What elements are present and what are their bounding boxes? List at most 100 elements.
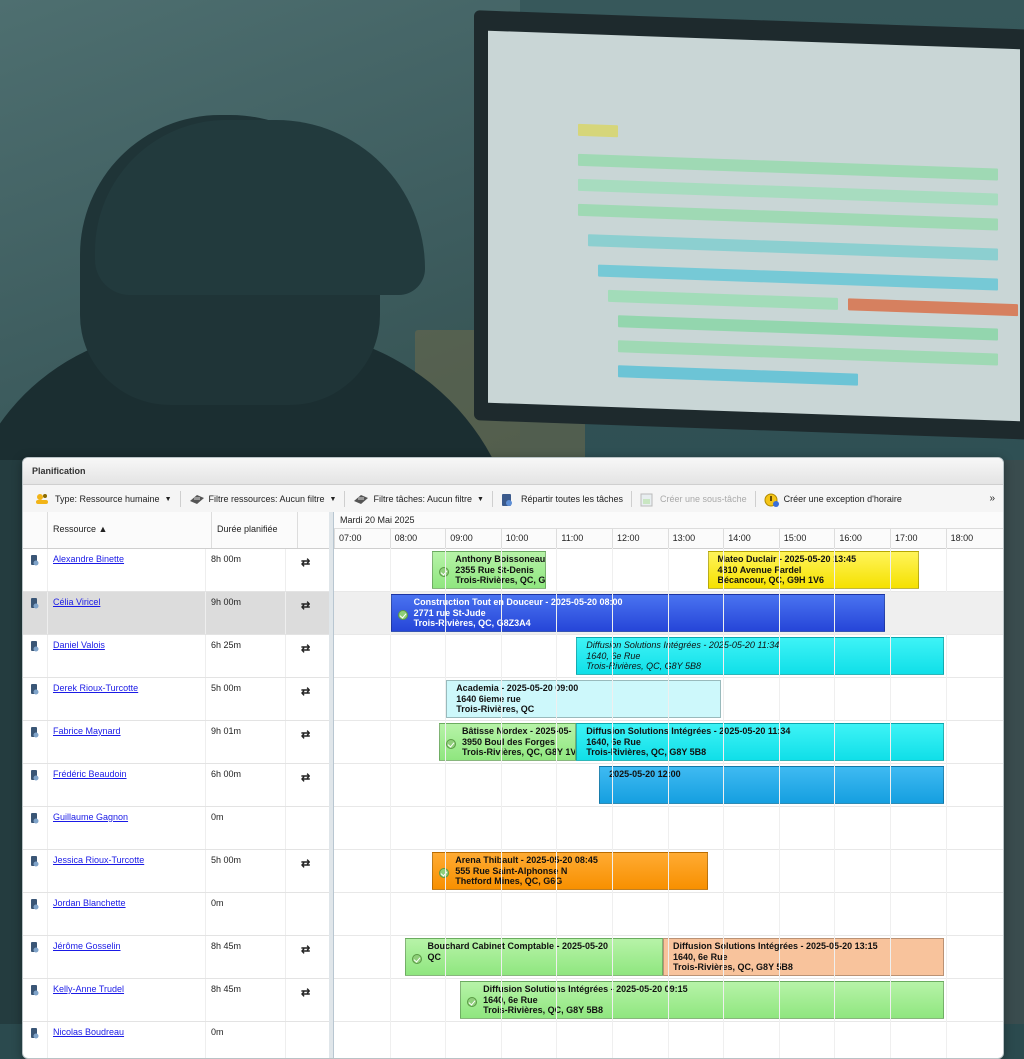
swap-icon[interactable]: ⇄ [301,556,310,569]
planned-duration: 8h 45m [206,979,286,1021]
resource-name-link[interactable]: Derek Rioux-Turcotte [53,683,138,693]
hour-gridline [612,548,613,1058]
resource-row[interactable]: Jordan Blanchette 0m [23,893,329,936]
resource-name-link[interactable]: Alexandre Binette [53,554,124,564]
chevron-down-icon: ▼ [164,495,172,503]
resource-row[interactable]: Alexandre Binette 8h 00m ⇄ [23,549,329,592]
task-address: 555 Rue Saint-Alphonse N [455,865,568,876]
resource-name-link[interactable]: Kelly-Anne Trudel [53,984,124,994]
planned-duration: 0m [206,1022,286,1058]
task-city: Trois-Rivières, QC, G9A 4B4 [455,575,546,585]
task-bar[interactable]: Diffusion Solutions Intégrées - 2025-05-… [663,938,944,976]
resource-row[interactable]: Jérôme Gosselin 8h 45m ⇄ [23,936,329,979]
toolbar-overflow-button[interactable]: » [989,485,995,513]
task-address: QC [427,951,442,962]
resource-row[interactable]: Derek Rioux-Turcotte 5h 00m ⇄ [23,678,329,721]
task-city: Trois-Rivières, QC, G8Y 5B8 [586,747,707,757]
task-title: Mateo Duclair - 2025-05-20 13:45 [717,554,857,564]
task-bar[interactable]: 2025-05-20 12:00 [599,766,944,804]
chevron-down-icon: ▼ [329,495,337,503]
task-title: Diffusion Solutions Intégrées - 2025-05-… [586,640,780,650]
hour-label: 12:00 [612,529,668,548]
resource-row[interactable]: Célia Viricel 9h 00m ⇄ [23,592,329,635]
resource-name-link[interactable]: Célia Viricel [53,597,100,607]
task-title: Bouchard Cabinet Comptable - 2025-05-20 [427,941,609,951]
distribute-icon [501,493,515,506]
resource-row[interactable]: Fabrice Maynard 9h 01m ⇄ [23,721,329,764]
schedule-exception-icon [764,493,779,507]
swap-icon[interactable]: ⇄ [301,771,310,784]
swap-icon[interactable]: ⇄ [301,943,310,956]
resource-row[interactable]: Nicolas Boudreau 0m [23,1022,329,1058]
task-title: Diffusion Solutions Intégrées - 2025-05-… [673,941,878,951]
create-exception-button[interactable]: Créer une exception d'horaire [758,485,908,513]
hour-label: 13:00 [667,529,724,548]
task-address: 4810 Avenue Fardel [717,564,802,575]
swap-icon[interactable]: ⇄ [301,685,310,698]
planned-duration: 5h 00m [206,678,286,720]
resource-person-icon [31,1028,39,1039]
resource-name-link[interactable]: Daniel Valois [53,640,105,650]
planned-duration: 0m [206,893,286,935]
task-bar[interactable]: Academia - 2025-05-20 09:00 1640 6ieme ru… [446,680,722,718]
task-address: 1640, 6e Rue [483,994,538,1005]
toolbar-separator [491,491,493,507]
resource-column-header[interactable]: Ressource ▲ [48,512,212,548]
task-bar[interactable]: Construction Tout en Douceur - 2025-05-2… [390,594,886,632]
resource-row[interactable]: Guillaume Gagnon 0m [23,807,329,850]
task-bar[interactable]: Mateo Duclair - 2025-05-20 13:45 4810 Ave… [707,551,919,589]
resource-row[interactable]: Frédéric Beaudoin 6h 00m ⇄ [23,764,329,807]
resource-list: Ressource ▲ Durée planifiée Alexandre Bi… [23,512,330,1058]
task-completed-icon [445,739,456,749]
planned-duration: 0m [206,807,286,849]
task-bar[interactable]: Anthony Boissoneault - 2025-05-20 08:452… [432,551,547,589]
resource-name-link[interactable]: Guillaume Gagnon [53,812,128,822]
swap-icon[interactable]: ⇄ [301,599,310,612]
task-bar[interactable]: Diffusion Solutions Intégrées - 2025-05-… [460,981,944,1019]
planned-duration: 6h 25m [206,635,286,677]
toolbar: Type: Ressource humaine ▼ Filtre ressour… [23,485,1003,514]
swap-icon[interactable]: ⇄ [301,857,310,870]
resource-row[interactable]: Jessica Rioux-Turcotte 5h 00m ⇄ [23,850,329,893]
hour-gridline [667,548,669,1058]
hour-gridline [556,548,558,1058]
filter-tasks-dropdown[interactable]: Filtre tâches: Aucun filtre ▼ [347,485,489,513]
distribute-tasks-button[interactable]: Répartir toutes les tâches [495,485,629,513]
task-bar[interactable]: Diffusion Solutions Intégrées - 2025-05-… [576,723,944,761]
resource-row[interactable]: Kelly-Anne Trudel 8h 45m ⇄ [23,979,329,1022]
create-subtask-button[interactable]: Créer une sous-tâche [634,485,753,513]
type-dropdown[interactable]: Type: Ressource humaine ▼ [29,485,178,513]
task-bar[interactable]: Bouchard Cabinet Comptable - 2025-05-20 Q… [404,938,664,976]
resource-person-icon [31,856,39,867]
task-bar[interactable]: Diffusion Solutions Intégrées - 2025-05-… [576,637,944,675]
task-title: Construction Tout en Douceur - 2025-05-2… [413,597,623,607]
filter-icon [189,493,204,505]
task-bar[interactable]: Arena Thibault - 2025-05-20 08:45 555 Rue… [432,852,708,890]
resource-name-link[interactable]: Jessica Rioux-Turcotte [53,855,144,865]
resource-name-link[interactable]: Fabrice Maynard [53,726,121,736]
resource-row[interactable]: Daniel Valois 6h 25m ⇄ [23,635,329,678]
hour-label: 16:00 [834,529,890,548]
task-city: Bécancour, QC, G9H 1V6 [717,575,825,585]
timeline-date: Mardi 20 Mai 2025 [334,512,1003,529]
planned-duration: 8h 00m [206,549,286,591]
resource-name-link[interactable]: Jérôme Gosselin [53,941,121,951]
task-address: 1640, 6e Rue [586,736,641,747]
background-left-edge [0,460,22,1024]
resource-person-icon [31,641,39,652]
task-city: Trois-Rivières, QC [456,704,535,714]
swap-icon[interactable]: ⇄ [301,728,310,741]
panel-title: Planification [23,458,1003,485]
task-title: Diffusion Solutions Intégrées - 2025-05-… [483,984,688,994]
filter-resources-dropdown[interactable]: Filtre ressources: Aucun filtre ▼ [183,485,343,513]
resource-name-link[interactable]: Jordan Blanchette [53,898,126,908]
resource-name-link[interactable]: Nicolas Boudreau [53,1027,124,1037]
swap-icon[interactable]: ⇄ [301,642,310,655]
timeline-hours: 07:00 08:00 09:00 10:00 11:00 12:00 13:00 14:00… [334,529,1003,549]
task-title: Anthony Boissoneault - 2025-05-20 08:45 [455,554,547,564]
hour-label: 08:00 [389,529,446,548]
task-city: Trois-Rivières, QC, G8Y 1V [461,747,577,757]
duration-column-header[interactable]: Durée planifiée [212,512,298,548]
resource-name-link[interactable]: Frédéric Beaudoin [53,769,127,779]
swap-icon[interactable]: ⇄ [301,986,310,999]
